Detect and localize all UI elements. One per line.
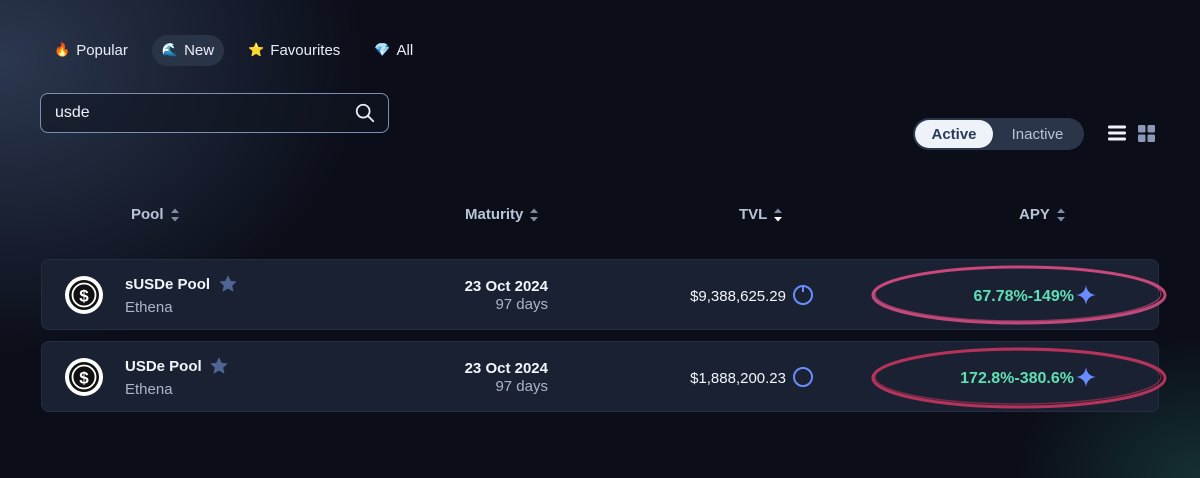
tvl-value: $1,888,200.23 bbox=[690, 370, 786, 387]
filter-label: New bbox=[184, 42, 215, 59]
sparkle-icon[interactable] bbox=[1076, 367, 1096, 387]
favourite-star-icon[interactable] bbox=[217, 273, 239, 295]
header-maturity[interactable]: Maturity bbox=[465, 206, 539, 223]
list-view-icon[interactable] bbox=[1108, 125, 1126, 141]
pool-protocol: Ethena bbox=[125, 381, 173, 398]
diamond-icon: 💎 bbox=[374, 43, 391, 58]
filter-chips: 🔥 Popular 🌊 New ⭐ Favourites 💎 All bbox=[44, 35, 423, 66]
sort-desc-icon bbox=[774, 208, 783, 221]
header-apy[interactable]: APY bbox=[1019, 206, 1066, 223]
filter-label: Favourites bbox=[270, 42, 341, 59]
header-label: Pool bbox=[131, 206, 164, 223]
star-icon: ⭐ bbox=[248, 43, 265, 58]
filter-all[interactable]: 💎 All bbox=[364, 35, 423, 66]
header-label: TVL bbox=[739, 206, 768, 223]
search-input[interactable] bbox=[55, 104, 354, 122]
tvl-value: $9,388,625.29 bbox=[690, 288, 786, 305]
pool-name: USDe Pool bbox=[125, 358, 202, 375]
status-toggle: Active Inactive bbox=[913, 118, 1084, 150]
apy-value: 67.78%-149% bbox=[973, 288, 1074, 305]
sparkle-icon[interactable] bbox=[1076, 285, 1096, 305]
maturity-date: 23 Oct 2024 bbox=[464, 360, 548, 377]
maturity-date: 23 Oct 2024 bbox=[464, 278, 548, 295]
header-pool[interactable]: Pool bbox=[131, 206, 180, 223]
filter-label: All bbox=[396, 42, 414, 59]
filter-label: Popular bbox=[76, 42, 128, 59]
apy-value: 172.8%-380.6% bbox=[960, 370, 1074, 387]
toggle-active[interactable]: Active bbox=[915, 120, 993, 148]
tvl-ring-icon[interactable] bbox=[792, 284, 814, 306]
sort-icon bbox=[170, 208, 179, 221]
wave-icon: 🌊 bbox=[161, 43, 179, 58]
sort-icon bbox=[530, 208, 539, 221]
filter-popular[interactable]: 🔥 Popular bbox=[44, 35, 138, 66]
header-label: APY bbox=[1019, 206, 1050, 223]
sort-icon bbox=[1056, 208, 1065, 221]
header-label: Maturity bbox=[465, 206, 524, 223]
pool-name: sUSDe Pool bbox=[125, 276, 211, 293]
table-row[interactable]: $ USDe Pool Ethena 23 Oct 2024 97 days $… bbox=[41, 341, 1159, 412]
filter-favourites[interactable]: ⭐ Favourites bbox=[238, 35, 350, 66]
svg-text:$: $ bbox=[79, 369, 89, 388]
maturity-days: 97 days bbox=[495, 378, 548, 395]
search-box bbox=[40, 93, 389, 133]
pool-protocol: Ethena bbox=[125, 299, 173, 316]
susde-logo-icon: $ bbox=[65, 276, 103, 314]
grid-view-icon[interactable] bbox=[1138, 125, 1155, 142]
table-row[interactable]: $ sUSDe Pool Ethena 23 Oct 2024 97 days … bbox=[41, 259, 1159, 330]
svg-text:$: $ bbox=[79, 287, 89, 306]
toggle-inactive[interactable]: Inactive bbox=[993, 120, 1082, 148]
favourite-star-icon[interactable] bbox=[208, 355, 230, 377]
tvl-ring-icon[interactable] bbox=[792, 366, 814, 388]
search-icon[interactable] bbox=[354, 102, 376, 124]
fire-icon: 🔥 bbox=[54, 43, 71, 58]
filter-new[interactable]: 🌊 New bbox=[151, 35, 225, 66]
maturity-days: 97 days bbox=[495, 296, 548, 313]
usde-logo-icon: $ bbox=[65, 358, 103, 396]
header-tvl[interactable]: TVL bbox=[739, 206, 783, 223]
